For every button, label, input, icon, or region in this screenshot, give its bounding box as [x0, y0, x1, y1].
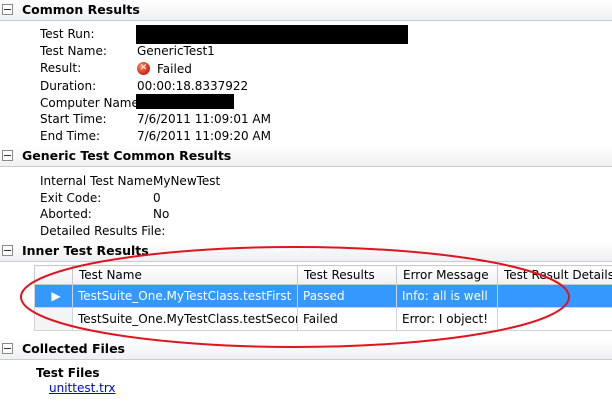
annotation-ellipse: [20, 246, 570, 348]
